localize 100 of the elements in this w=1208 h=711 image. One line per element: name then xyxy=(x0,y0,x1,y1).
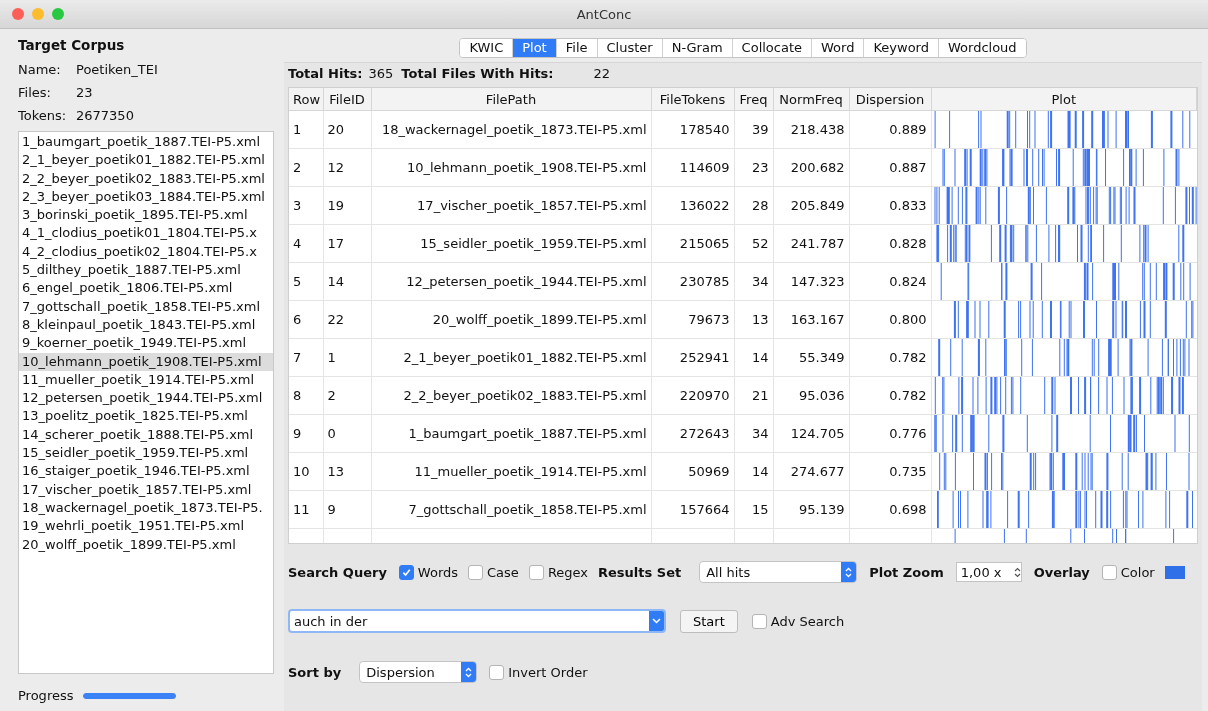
sort-select[interactable]: Dispersion xyxy=(359,661,478,683)
file-item[interactable]: 8_kleinpaul_poetik_1843.TEI-P5.xml xyxy=(19,315,273,335)
column-header[interactable]: Dispersion xyxy=(849,88,931,111)
results-select[interactable]: All hits xyxy=(699,561,858,583)
table-cell: 20 xyxy=(323,110,371,149)
column-header[interactable]: NormFreq xyxy=(773,88,849,111)
file-item[interactable]: 12_petersen_poetik_1944.TEI-P5.xml xyxy=(19,389,273,408)
table-cell: 18_wackernagel_poetik_1873.TEI-P5.xml xyxy=(371,110,651,149)
progress-label: Progress xyxy=(18,688,74,703)
stepper-icon xyxy=(1013,566,1021,578)
column-header[interactable]: Row xyxy=(289,88,323,111)
table-cell: 3 xyxy=(289,186,323,225)
table-cell: 147.323 xyxy=(773,262,849,301)
close-button[interactable] xyxy=(12,8,24,20)
checkbox[interactable] xyxy=(751,613,767,629)
table-cell: 2_2_beyer_poetik02_1883.TEI-P5.xml xyxy=(371,376,651,415)
file-item[interactable]: 2_3_beyer_poetik03_1884.TEI-P5.xml xyxy=(19,187,273,207)
window-title: AntConc xyxy=(576,6,632,22)
table-cell: 95.036 xyxy=(773,376,849,415)
checkbox[interactable] xyxy=(1101,564,1117,580)
minimize-button[interactable] xyxy=(32,8,44,20)
table-cell: 15 xyxy=(734,490,773,529)
file-item[interactable]: 5_dilthey_poetik_1887.TEI-P5.xml xyxy=(19,261,273,280)
query-label: Search Query xyxy=(288,564,387,580)
table-cell: 0.782 xyxy=(849,338,931,377)
table-cell: 0.776 xyxy=(849,414,931,453)
field-value: Poetiken_TEI xyxy=(76,62,158,77)
table-cell: 163.167 xyxy=(773,300,849,339)
file-item[interactable]: 15_seidler_poetik_1959.TEI-P5.xml xyxy=(19,444,273,463)
file-item[interactable]: 13_poelitz_poetik_1825.TEI-P5.xml xyxy=(19,407,273,426)
hits-value: 365 xyxy=(368,65,394,81)
checkbox[interactable] xyxy=(489,664,505,680)
hits-label: Total Hits: xyxy=(288,65,363,81)
table-cell: 10 xyxy=(289,452,323,491)
table-cell: 14 xyxy=(734,338,773,377)
column-header[interactable]: Plot xyxy=(931,88,1197,111)
file-item[interactable]: 20_wolff_poetik_1899.TEI-P5.xml xyxy=(19,535,273,554)
stepper-icon xyxy=(465,666,473,678)
column-header[interactable]: FileTokens xyxy=(651,88,734,111)
zoom-label: Plot Zoom xyxy=(869,564,944,580)
file-item[interactable]: 18_wackernagel_poetik_1873.TEI-P5. xyxy=(19,498,273,518)
corpus-heading: Target Corpus xyxy=(18,37,126,53)
file-item[interactable]: 19_wehrli_poetik_1951.TEI-P5.xml xyxy=(19,517,273,536)
tab[interactable]: Plot xyxy=(512,39,556,57)
column-header[interactable]: FileID xyxy=(323,88,371,111)
table-cell: 23 xyxy=(734,148,773,187)
table-cell: 7_gottschall_poetik_1858.TEI-P5.xml xyxy=(371,490,651,529)
tab[interactable]: Wordcloud xyxy=(938,39,1026,57)
table-cell: 11 xyxy=(289,490,323,529)
zoom-spinner[interactable]: 1,00 x xyxy=(955,562,1022,582)
checkbox[interactable] xyxy=(528,564,544,580)
table-cell: 0.782 xyxy=(849,376,931,415)
column-header[interactable]: FilePath xyxy=(371,88,651,111)
file-item[interactable]: 4_1_clodius_poetik01_1804.TEI-P5.x xyxy=(19,224,273,243)
file-item[interactable]: 4_2_clodius_poetik02_1804.TEI-P5.x xyxy=(19,242,273,262)
search-field[interactable]: auch in der xyxy=(288,609,666,633)
checkbox-label: Regex xyxy=(547,564,589,580)
table-cell: 1 xyxy=(323,338,371,377)
table-cell: 95.139 xyxy=(773,490,849,529)
table-cell: 6 xyxy=(289,300,323,339)
checkbox[interactable] xyxy=(468,564,484,580)
color-swatch[interactable] xyxy=(1164,565,1185,579)
table-cell: 8 xyxy=(289,376,323,415)
file-item[interactable]: 17_vischer_poetik_1857.TEI-P5.xml xyxy=(19,480,273,499)
file-item[interactable]: 2_1_beyer_poetik01_1882.TEI-P5.xml xyxy=(19,151,273,170)
table-cell: 19 xyxy=(323,186,371,225)
file-item[interactable]: 1_baumgart_poetik_1887.TEI-P5.xml xyxy=(19,133,273,152)
checkbox-label: Words xyxy=(417,564,459,580)
table-cell: 79673 xyxy=(651,300,734,339)
table-cell: 136022 xyxy=(651,186,734,225)
table-cell: 0.800 xyxy=(849,300,931,339)
table-cell: 10_lehmann_poetik_1908.TEI-P5.xml xyxy=(371,148,651,187)
table-cell: 17 xyxy=(323,224,371,263)
file-item[interactable]: 7_gottschall_poetik_1858.TEI-P5.xml xyxy=(19,297,273,316)
table-cell: 9 xyxy=(289,414,323,453)
table-cell: 22 xyxy=(323,300,371,339)
file-item[interactable]: 10_lehmann_poetik_1908.TEI-P5.xml xyxy=(19,352,273,371)
table-cell: 14 xyxy=(734,452,773,491)
file-item[interactable]: 9_koerner_poetik_1949.TEI-P5.xml xyxy=(19,334,273,353)
table-cell: 13 xyxy=(734,300,773,339)
table-cell: 12_petersen_poetik_1944.TEI-P5.xml xyxy=(371,262,651,301)
table-cell: 200.682 xyxy=(773,148,849,187)
file-item[interactable]: 3_borinski_poetik_1895.TEI-P5.xml xyxy=(19,206,273,225)
zoom-button[interactable] xyxy=(52,8,64,20)
files-value: 22 xyxy=(593,65,611,81)
stepper-icon xyxy=(845,566,853,578)
check-icon xyxy=(401,567,411,577)
table-cell: 2 xyxy=(323,376,371,415)
table-cell: 4 xyxy=(289,224,323,263)
file-item[interactable]: 14_scherer_poetik_1888.TEI-P5.xml xyxy=(19,425,273,445)
checkbox[interactable] xyxy=(398,564,414,580)
table-cell: 20_wolff_poetik_1899.TEI-P5.xml xyxy=(371,300,651,339)
file-item[interactable]: 6_engel_poetik_1806.TEI-P5.xml xyxy=(19,279,273,298)
start-button[interactable]: Start xyxy=(680,609,738,633)
table-cell: 34 xyxy=(734,262,773,301)
file-item[interactable]: 11_mueller_poetik_1914.TEI-P5.xml xyxy=(19,370,273,390)
file-item[interactable]: 2_2_beyer_poetik02_1883.TEI-P5.xml xyxy=(19,169,273,188)
file-item[interactable]: 16_staiger_poetik_1946.TEI-P5.xml xyxy=(19,462,273,481)
table-cell: 11_mueller_poetik_1914.TEI-P5.xml xyxy=(371,452,651,491)
column-header[interactable]: Freq xyxy=(734,88,773,111)
